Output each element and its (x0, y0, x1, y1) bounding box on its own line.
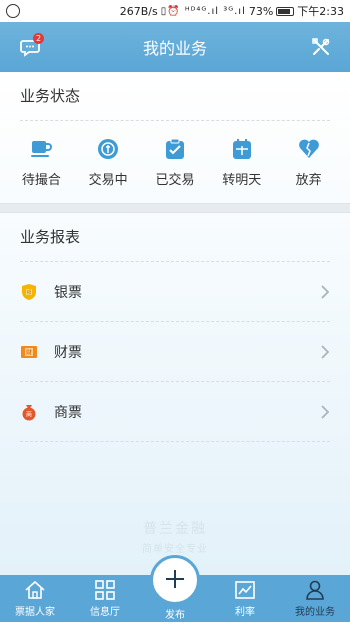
notification-circle-icon (6, 4, 20, 18)
status-label: 转明天 (222, 173, 262, 188)
watermark-slogan: 简单安全专业 (142, 544, 208, 555)
finance-ticket-icon: 财 (21, 345, 37, 358)
status-bar: 267B/s ▯⏰ ᴴᴰ⁴ᴳ.ıl ³ᴳ.ıl 73% 下午2:33 (0, 0, 350, 22)
status-item-traded[interactable]: 已交易 (145, 137, 205, 203)
report-item-finance[interactable]: 财 财票 (20, 322, 330, 382)
battery-percent: 73% (248, 4, 274, 18)
broken-heart-icon (298, 139, 319, 158)
tab-rate[interactable]: 利率 (210, 575, 280, 622)
chevron-right-icon (321, 404, 330, 419)
money-bag-icon: 商 (22, 404, 36, 420)
status-item-pending[interactable]: 待撮合 (11, 137, 71, 203)
main-content: 业务状态 待撮合 交易中 已交易 转明天 放弃 业务报表 银 银票 财 财票 商… (0, 72, 350, 575)
chevron-right-icon (321, 284, 330, 299)
message-badge: 2 (33, 33, 44, 44)
tab-home[interactable]: 票据人家 (0, 575, 70, 622)
tab-label: 发布 (165, 610, 185, 621)
status-item-tomorrow[interactable]: 转明天 (212, 137, 272, 203)
chart-icon (235, 581, 255, 599)
signal-icons: ▯⏰ ᴴᴰ⁴ᴳ.ıl ³ᴳ.ıl (160, 5, 246, 17)
tab-my-business[interactable]: 我的业务 (280, 575, 350, 622)
message-button[interactable]: 2 (20, 33, 44, 58)
plus-icon (166, 570, 184, 588)
tools-icon (312, 38, 330, 55)
tab-info[interactable]: 信息厅 (70, 575, 140, 622)
status-label: 放弃 (295, 173, 322, 188)
section-gap (0, 203, 350, 213)
status-row: 待撮合 交易中 已交易 转明天 放弃 (0, 121, 350, 203)
page-title: 我的业务 (142, 39, 207, 58)
tools-button[interactable] (310, 36, 332, 58)
tab-label: 票据人家 (15, 607, 55, 618)
svg-text:财: 财 (26, 348, 32, 356)
status-label: 待撮合 (21, 173, 61, 188)
clock: 下午2:33 (297, 5, 344, 18)
cup-icon (31, 141, 53, 157)
section-title-status: 业务状态 (20, 87, 81, 105)
app-header: 2 我的业务 (0, 22, 350, 72)
battery-icon (276, 6, 295, 16)
house-icon (25, 580, 45, 599)
tab-label: 利率 (235, 607, 255, 618)
report-list: 银 银票 财 财票 商 商票 (0, 262, 350, 442)
report-item-commercial[interactable]: 商 商票 (20, 382, 330, 442)
status-item-trading[interactable]: 交易中 (78, 137, 138, 203)
report-item-bank[interactable]: 银 银票 (20, 262, 330, 322)
status-item-abandon[interactable]: 放弃 (279, 137, 339, 203)
user-icon (306, 580, 324, 600)
grid-icon (95, 580, 115, 600)
tab-label: 我的业务 (295, 607, 335, 618)
bottom-tabbar: 票据人家 信息厅 发布 利率 我的业务 (0, 555, 350, 622)
network-speed: 267B/s (119, 4, 158, 18)
tab-label: 信息厅 (90, 607, 120, 618)
publish-button[interactable] (150, 555, 200, 605)
bank-ticket-icon: 银 (22, 283, 36, 300)
status-label: 交易中 (88, 173, 128, 188)
chevron-right-icon (321, 344, 330, 359)
clipboard-check-icon (165, 138, 184, 159)
watermark-brand: 普兰金融 (143, 521, 207, 537)
report-label: 商票 (54, 404, 82, 421)
status-label: 已交易 (155, 173, 195, 188)
calendar-icon (232, 139, 251, 159)
tab-publish[interactable]: 发布 (140, 555, 210, 622)
section-title-report: 业务报表 (20, 228, 81, 246)
exchange-icon (98, 139, 119, 159)
svg-text:商: 商 (26, 410, 32, 418)
report-label: 财票 (54, 344, 82, 361)
report-label: 银票 (54, 284, 82, 301)
svg-text:银: 银 (26, 289, 31, 296)
